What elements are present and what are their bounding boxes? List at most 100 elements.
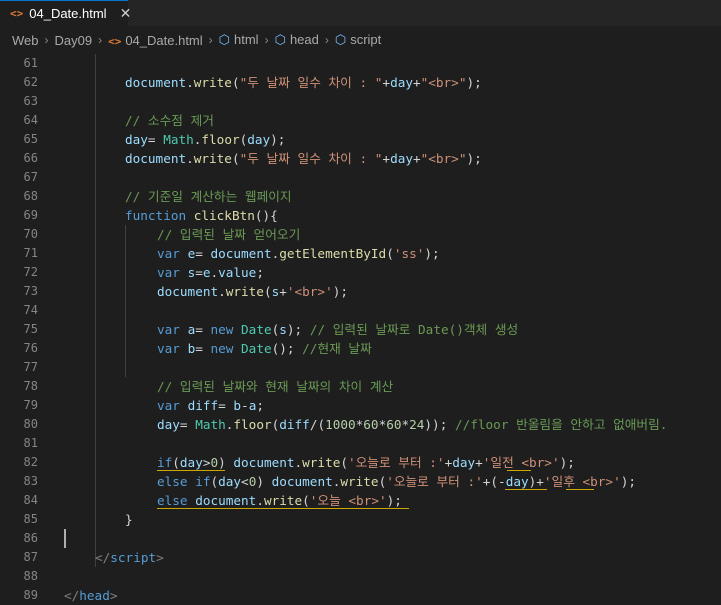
line-number: 81 xyxy=(23,436,38,450)
breadcrumb-label: script xyxy=(350,32,382,47)
code-line[interactable]: 70 // 입력된 날짜 얻어오기 xyxy=(0,225,721,244)
code-line[interactable]: 62 document.write("두 날짜 일수 차이 : "+day+"<b… xyxy=(0,73,721,92)
line-number: 88 xyxy=(23,569,38,583)
code-token: ( xyxy=(302,493,310,508)
code-text: document.write(s+'<br>'); xyxy=(157,282,348,301)
code-line[interactable]: 76 var b= new Date(); //현재 날짜 xyxy=(0,339,721,358)
breadcrumb-item-web[interactable]: Web xyxy=(12,33,39,48)
breadcrumb-item-head[interactable]: ⬡ head xyxy=(275,32,319,48)
code-token: </ xyxy=(95,550,111,565)
code-editor[interactable]: 61 62 document.write("두 날짜 일수 차이 : "+day+"… xyxy=(0,54,721,603)
tab-04-date-html[interactable]: <> 04_Date.html ✕ xyxy=(0,0,131,26)
code-line[interactable]: 75 var a= new Date(s); // 입력된 날짜로 Date()객… xyxy=(0,320,721,339)
code-token: = xyxy=(195,246,211,261)
code-token: write xyxy=(193,75,232,90)
code-token: clickBtn xyxy=(193,208,255,223)
code-text: // 입력된 날짜 얻어오기 xyxy=(157,225,300,244)
code-token: "두 날짜 일수 차이 : " xyxy=(239,75,383,90)
close-icon[interactable]: ✕ xyxy=(120,6,132,22)
code-line[interactable]: 82 if(day>0) document.write('오늘로 부터 :'+da… xyxy=(0,453,721,472)
code-token: else xyxy=(157,493,188,508)
code-token: "두 날짜 일수 차이 : " xyxy=(239,151,383,166)
code-line[interactable]: 83 else if(day<0) document.write('오늘로 부터 … xyxy=(0,472,721,491)
code-line[interactable]: 68 // 기준일 계산하는 웹페이지 xyxy=(0,187,721,206)
code-token: //floor 반올림을 안하고 없애버림. xyxy=(454,417,668,432)
cube-icon: ⬡ xyxy=(218,32,231,47)
line-number: 73 xyxy=(23,284,38,298)
code-token: Math xyxy=(163,132,194,147)
code-line[interactable]: 69 function clickBtn(){ xyxy=(0,206,721,225)
code-line[interactable]: 78 // 입력된 날짜와 현재 날짜의 차이 계산 xyxy=(0,377,721,396)
text-cursor xyxy=(64,529,66,548)
code-line[interactable]: 65 day= Math.floor(day); xyxy=(0,130,721,149)
code-line[interactable]: 86 xyxy=(0,529,721,548)
breadcrumb-item-04-date-html[interactable]: <> 04_Date.html xyxy=(108,33,203,48)
code-token: > xyxy=(109,588,118,603)
code-line[interactable]: 66 document.write("두 날짜 일수 차이 : "+day+"<b… xyxy=(0,149,721,168)
line-number: 79 xyxy=(23,398,38,412)
line-number: 70 xyxy=(23,227,38,241)
line-number: 67 xyxy=(23,170,38,184)
breadcrumb-item-html[interactable]: ⬡ html xyxy=(219,32,259,48)
code-token: 24 xyxy=(409,417,425,432)
code-token: )); xyxy=(424,417,455,432)
code-line[interactable]: 63 xyxy=(0,92,721,111)
code-line[interactable]: 73 document.write(s+'<br>'); xyxy=(0,282,721,301)
code-line[interactable]: 67 xyxy=(0,168,721,187)
code-line[interactable]: 71 var e= document.getElementById('ss'); xyxy=(0,244,721,263)
breadcrumb-item-script[interactable]: ⬡ script xyxy=(335,32,381,48)
code-token: b xyxy=(233,398,242,413)
line-number: 62 xyxy=(23,75,38,89)
code-token: // 입력된 날짜 얻어오기 xyxy=(157,227,301,242)
code-token: 1000 xyxy=(325,417,356,432)
chevron-right-icon: › xyxy=(264,33,269,47)
code-token: var xyxy=(157,265,180,280)
code-token: . xyxy=(218,284,226,299)
code-line[interactable]: 64 // 소수점 제거 xyxy=(0,111,721,130)
code-line[interactable]: 89 </head> xyxy=(0,586,721,605)
code-token: ); xyxy=(332,284,348,299)
code-token: . xyxy=(186,151,194,166)
code-token: (); xyxy=(271,341,303,356)
line-number: 86 xyxy=(23,531,38,545)
code-token: + xyxy=(412,151,421,166)
breadcrumb-label: Day09 xyxy=(54,32,93,48)
code-line[interactable]: 81 xyxy=(0,434,721,453)
code-line[interactable]: 77 xyxy=(0,358,721,377)
code-token: day xyxy=(125,132,148,147)
code-text: var b= new Date(); //현재 날짜 xyxy=(157,339,372,358)
code-token: ); xyxy=(386,493,402,508)
code-line[interactable]: 61 xyxy=(0,54,721,73)
line-number: 75 xyxy=(23,322,38,336)
warning-squiggle xyxy=(507,470,531,471)
code-token: 60 xyxy=(386,417,402,432)
code-line[interactable]: 74 xyxy=(0,301,721,320)
code-token: ( xyxy=(231,75,240,90)
line-number: 89 xyxy=(23,588,38,602)
code-token: Math xyxy=(195,417,226,432)
code-line[interactable]: 87 </script> xyxy=(0,548,721,567)
line-number: 87 xyxy=(23,550,38,564)
warning-squiggle xyxy=(505,489,547,490)
line-number: 63 xyxy=(23,94,38,108)
code-token: + xyxy=(412,75,421,90)
breadcrumb-item-day09[interactable]: Day09 xyxy=(55,33,93,48)
code-text: var a= new Date(s); // 입력된 날짜로 Date()객체 … xyxy=(157,320,518,339)
cube-icon: ⬡ xyxy=(274,32,286,47)
line-number: 82 xyxy=(23,455,38,469)
warning-squiggle xyxy=(157,470,225,471)
code-token: ); xyxy=(270,132,286,147)
code-token: + xyxy=(382,151,391,166)
code-line[interactable]: 72 var s=e.value; xyxy=(0,263,721,282)
code-token: = xyxy=(195,341,211,356)
tab-bar: <> 04_Date.html ✕ xyxy=(0,0,721,26)
code-line[interactable]: 85} xyxy=(0,510,721,529)
code-token: = xyxy=(179,417,196,432)
code-line[interactable]: 88 xyxy=(0,567,721,586)
code-text: document.write("두 날짜 일수 차이 : "+day+"<br>… xyxy=(125,149,482,168)
code-line[interactable]: 79 var diff= b-a; xyxy=(0,396,721,415)
code-line[interactable]: 80 day= Math.floor(diff/(1000*60*60*24));… xyxy=(0,415,721,434)
code-token: value xyxy=(218,265,257,280)
